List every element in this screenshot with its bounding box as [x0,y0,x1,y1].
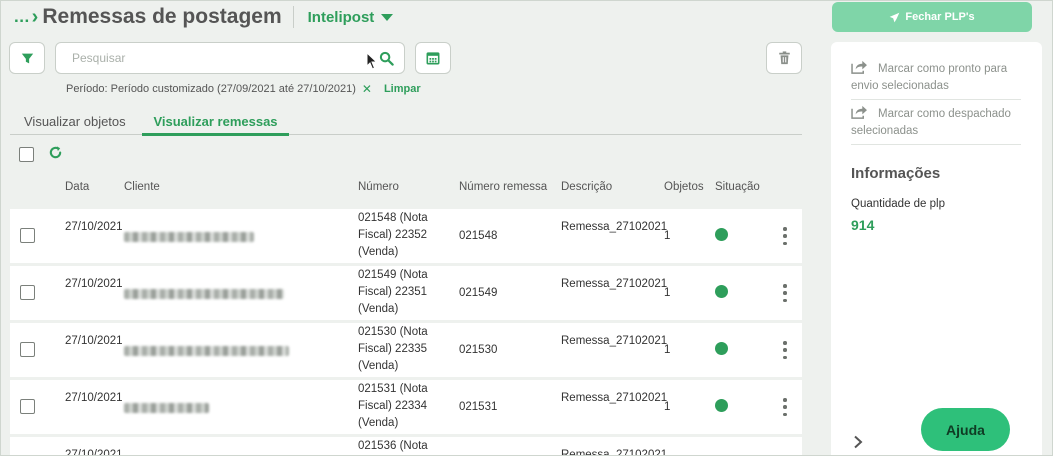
info-title: Informações [851,165,941,182]
mark-dispatched-label: Marcar como despachado selecionadas [851,108,1011,137]
more-options-icon[interactable] [782,398,788,416]
close-icon[interactable]: ✕ [362,82,372,96]
row-description: Remessa_27102021 [561,278,668,290]
row-client-redacted [124,346,289,356]
status-indicator [715,228,728,241]
row-description: Remessa_27102021 [561,392,668,404]
row-client-redacted [124,289,284,299]
row-number: 021531 (Nota Fiscal) 22334 (Venda) [358,383,428,429]
column-header-status: Situação [715,181,760,193]
row-date: 27/10/2021 [65,449,123,456]
row-shipment-number: 021549 [459,287,498,299]
search-input[interactable] [72,51,379,65]
column-header-client: Cliente [124,181,160,193]
status-indicator [715,285,728,298]
breadcrumb-ellipsis[interactable]: ... [14,7,30,27]
period-filter: Período: Período customizado (27/09/2021… [66,82,421,96]
column-header-date: Data [65,181,90,193]
column-header-objects: Objetos [664,181,704,193]
table-row[interactable]: 27/10/2021 021530 (Nota Fiscal) 22335 (V… [10,323,802,377]
account-selector[interactable]: Intelipost [308,9,394,26]
page-title: Remessas de postagem [42,5,282,28]
more-options-icon[interactable] [782,341,788,359]
row-shipment-number: 021530 [459,344,498,356]
row-description: Remessa_27102021 [561,449,668,456]
trash-icon [778,51,790,65]
mark-ready-label: Marcar como pronto para envio selecionad… [851,63,1008,92]
tab-view-objects[interactable]: Visualizar objetos [24,114,126,135]
help-button[interactable]: Ajuda [921,408,1010,451]
calendar-button[interactable] [415,42,451,74]
panel-divider [851,99,1021,100]
column-header-number: Número [358,181,399,193]
share-icon [851,105,867,119]
view-tabs: Visualizar objetos Visualizar remessas [10,112,802,136]
tab-view-shipments[interactable]: Visualizar remessas [142,114,289,136]
row-checkbox[interactable] [20,228,35,243]
refresh-icon[interactable] [48,145,63,160]
row-description: Remessa_27102021 [561,221,668,233]
filter-icon [21,53,33,63]
close-plp-button[interactable]: Fechar PLP's [832,2,1032,32]
search-box [55,42,405,74]
calendar-icon [426,52,440,65]
mouse-cursor-icon [366,52,378,70]
filter-button[interactable] [9,42,45,74]
caret-down-icon [381,13,394,21]
row-client-redacted [124,232,254,242]
row-date: 27/10/2021 [65,221,123,233]
row-number: 021536 (Nota Fiscal) [358,440,428,452]
more-options-icon[interactable] [782,284,788,302]
row-checkbox[interactable] [20,399,35,414]
period-label: Período: Período customizado (27/09/2021… [66,83,356,95]
column-header-description: Descrição [561,181,613,193]
share-icon [851,60,867,74]
row-number: 021548 (Nota Fiscal) 22352 (Venda) [358,212,428,258]
select-all-checkbox[interactable] [19,147,34,162]
table-row[interactable]: 27/10/2021 021548 (Nota Fiscal) 22352 (V… [10,209,802,263]
delete-button[interactable] [766,42,802,74]
clear-filter-link[interactable]: Limpar [384,83,421,95]
close-plp-label: Fechar PLP's [905,11,975,23]
header: ... › Remessas de postagem Intelipost [14,3,394,31]
row-shipment-number: 021531 [459,401,498,413]
row-description: Remessa_27102021 [561,335,668,347]
plp-quantity-value: 914 [851,217,875,233]
table-row[interactable]: 27/10/2021 021531 (Nota Fiscal) 22334 (V… [10,380,802,434]
row-client-redacted [124,403,209,413]
row-objects: 1 [664,344,671,356]
status-indicator [715,342,728,355]
row-date: 27/10/2021 [65,392,123,404]
plp-quantity-label: Quantidade de plp [851,198,945,210]
chevron-right-icon[interactable] [853,435,863,449]
mark-dispatched-action[interactable]: Marcar como despachado selecionadas [851,105,1023,140]
paper-plane-icon [890,12,900,22]
row-objects: 1 [664,401,671,413]
table-row[interactable]: 27/10/2021 021536 (Nota Fiscal) Remessa_… [10,437,802,456]
row-objects: 1 [664,230,671,242]
header-divider [292,6,294,28]
side-panel: Marcar como pronto para envio selecionad… [831,42,1042,456]
row-checkbox[interactable] [20,342,35,357]
row-number: 021530 (Nota Fiscal) 22335 (Venda) [358,326,428,372]
status-indicator [715,399,728,412]
mark-ready-action[interactable]: Marcar como pronto para envio selecionad… [851,60,1023,95]
row-date: 27/10/2021 [65,335,123,347]
row-objects: 1 [664,287,671,299]
row-number: 021549 (Nota Fiscal) 22351 (Venda) [358,269,428,315]
row-date: 27/10/2021 [65,278,123,290]
breadcrumb-chevron-icon: › [31,6,39,28]
row-checkbox[interactable] [20,285,35,300]
column-header-shipment-number: Número remessa [459,181,548,193]
search-icon[interactable] [379,51,394,66]
panel-divider [851,144,1021,145]
table-row[interactable]: 27/10/2021 021549 (Nota Fiscal) 22351 (V… [10,266,802,320]
more-options-icon[interactable] [782,227,788,245]
row-shipment-number: 021548 [459,230,498,242]
account-name: Intelipost [307,8,375,26]
